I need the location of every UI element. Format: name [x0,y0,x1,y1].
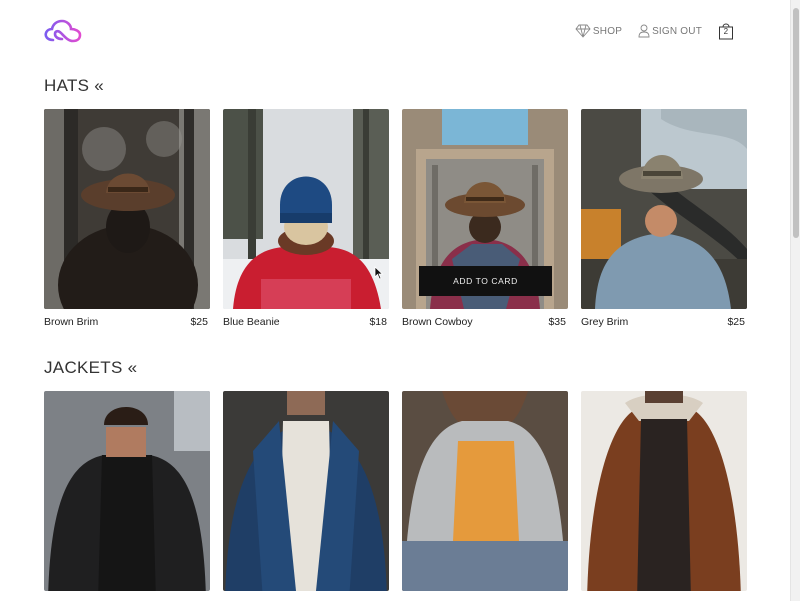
product-image[interactable] [223,391,389,591]
scrollbar-thumb[interactable] [793,8,799,238]
diamond-icon [575,24,591,38]
product-card[interactable] [44,391,210,591]
product-price: $25 [190,316,208,328]
nav-sign-out-link[interactable]: SIGN OUT [638,24,702,38]
cart-button[interactable]: 2 [718,22,734,40]
nav-shop-link[interactable]: SHOP [575,24,622,38]
cart-count: 2 [723,27,729,36]
section-title-hats[interactable]: HATS « [44,76,104,96]
product-image[interactable] [44,391,210,591]
user-icon [638,24,650,38]
product-caption: Blue Beanie $18 [223,316,389,328]
mouse-cursor-icon [374,266,384,285]
product-caption: Brown Brim $25 [44,316,210,328]
product-price: $18 [369,316,387,328]
add-to-cart-button[interactable]: ADD TO CARD [419,266,552,296]
product-name: Brown Brim [44,316,99,328]
product-price: $35 [548,316,566,328]
product-name: Brown Cowboy [402,316,473,328]
product-card[interactable] [402,391,568,591]
product-image[interactable] [581,109,747,309]
section-title-jackets[interactable]: JACKETS « [44,358,137,378]
product-card[interactable]: Brown Brim $25 [44,109,210,328]
nav-shop-label: SHOP [592,25,623,37]
shop-page: SHOP SIGN OUT 2 HATS « Brown Brim $25 Bl… [0,0,800,601]
product-image[interactable] [402,391,568,591]
product-card[interactable]: Blue Beanie $18 [223,109,389,328]
product-name: Blue Beanie [223,316,280,328]
product-card[interactable] [223,391,389,591]
hats-grid: Brown Brim $25 Blue Beanie $18 ADD TO CA… [44,109,747,328]
page-scrollbar[interactable] [790,0,800,601]
product-image[interactable] [44,109,210,309]
cloud-logo-icon[interactable] [44,19,82,43]
product-image[interactable] [223,109,389,309]
product-image[interactable] [581,391,747,591]
product-card[interactable]: Grey Brim $25 [581,109,747,328]
jackets-grid [44,391,747,591]
product-price: $25 [727,316,745,328]
product-caption: Brown Cowboy $35 [402,316,568,328]
product-name: Grey Brim [581,316,629,328]
product-image[interactable]: ADD TO CARD [402,109,568,309]
product-caption: Grey Brim $25 [581,316,747,328]
product-card[interactable] [581,391,747,591]
top-nav: SHOP SIGN OUT 2 [575,22,734,40]
nav-sign-out-label: SIGN OUT [652,25,702,37]
product-card[interactable]: ADD TO CARD Brown Cowboy $35 [402,109,568,328]
header: SHOP SIGN OUT 2 [0,0,790,70]
